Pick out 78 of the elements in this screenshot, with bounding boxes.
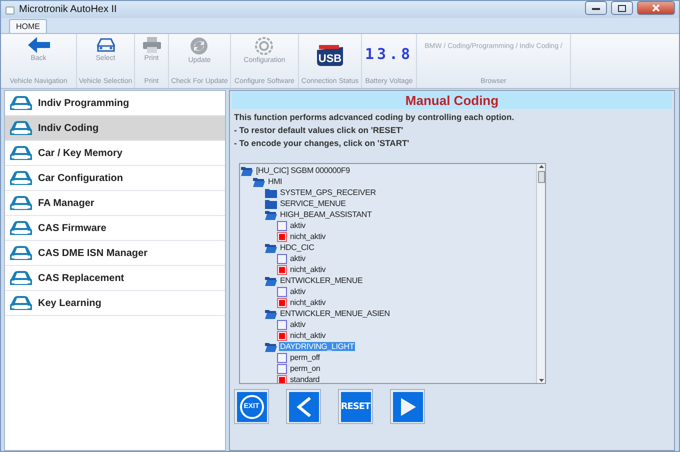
tree-option[interactable]: perm_off bbox=[289, 353, 321, 362]
folder-icon bbox=[253, 176, 265, 186]
car-icon bbox=[96, 37, 116, 53]
tree-option[interactable]: aktiv bbox=[289, 221, 306, 230]
maximize-icon bbox=[618, 4, 626, 12]
tree-option[interactable]: standard bbox=[289, 375, 321, 383]
usb-logo: USB bbox=[315, 45, 345, 67]
tree-folder[interactable]: ENTWICKLER_MENUE_ASIEN bbox=[279, 309, 391, 318]
tree-folder[interactable]: HMI bbox=[267, 177, 284, 186]
tree-option[interactable]: nicht_aktiv bbox=[289, 232, 327, 241]
car-icon bbox=[9, 270, 33, 286]
car-icon bbox=[9, 94, 33, 112]
tree-option[interactable]: aktiv bbox=[289, 254, 306, 263]
scrollbar[interactable] bbox=[536, 164, 545, 383]
battery-voltage-display: 13.8 bbox=[364, 45, 414, 63]
option-checkbox[interactable] bbox=[277, 264, 287, 274]
tree-option[interactable]: aktiv bbox=[289, 320, 306, 329]
car-icon bbox=[9, 120, 33, 136]
car-icon bbox=[9, 294, 33, 312]
minimize-icon bbox=[592, 6, 600, 10]
printer-icon bbox=[142, 37, 160, 53]
option-checkbox[interactable] bbox=[277, 374, 287, 383]
option-checkbox[interactable] bbox=[277, 352, 287, 362]
ribbon-tab[interactable]: HOME bbox=[9, 19, 47, 33]
panel-title: Manual Coding bbox=[232, 92, 672, 109]
description-text: This function performs adcvanced coding by controlling each option. bbox=[233, 111, 516, 123]
scroll-thumb[interactable] bbox=[538, 171, 544, 183]
tree-folder[interactable]: HIGH_BEAM_ASSISTANT bbox=[279, 210, 373, 219]
tree-option[interactable]: nicht_aktiv bbox=[289, 331, 327, 340]
close-button[interactable] bbox=[637, 1, 675, 15]
play-icon bbox=[398, 396, 416, 416]
back-arrow-icon bbox=[28, 37, 50, 53]
tree-folder[interactable]: SERVICE_MENUE bbox=[279, 199, 347, 208]
window-title: Microtronik AutoHex II bbox=[19, 4, 118, 15]
car-icon bbox=[9, 244, 33, 262]
folder-icon bbox=[265, 276, 277, 286]
tree-option[interactable]: nicht_aktiv bbox=[289, 265, 327, 274]
folder-icon bbox=[265, 198, 277, 208]
folder-icon bbox=[265, 308, 277, 318]
reset-button[interactable]: RESET bbox=[338, 389, 373, 424]
option-checkbox[interactable] bbox=[277, 254, 287, 264]
option-checkbox[interactable] bbox=[277, 320, 287, 330]
option-checkbox[interactable] bbox=[277, 220, 287, 230]
car-icon bbox=[9, 194, 33, 212]
chevron-left-icon bbox=[294, 396, 312, 418]
folder-icon bbox=[265, 210, 277, 220]
tree-option[interactable]: aktiv bbox=[289, 287, 306, 296]
car-icon bbox=[9, 144, 33, 162]
option-checkbox[interactable] bbox=[277, 298, 287, 308]
folder-icon bbox=[265, 342, 277, 352]
folder-icon bbox=[265, 188, 277, 198]
settings-icon bbox=[255, 37, 274, 55]
tree-folder[interactable]: HDC_CIC bbox=[279, 243, 316, 252]
start-button[interactable] bbox=[390, 389, 425, 424]
option-checkbox[interactable] bbox=[277, 330, 287, 340]
option-checkbox[interactable] bbox=[277, 364, 287, 374]
tree-folder[interactable]: [HU_CIC] SGBM 000000F9 bbox=[255, 166, 351, 175]
tree-option[interactable]: nicht_aktiv bbox=[289, 298, 327, 307]
folder-icon bbox=[265, 242, 277, 252]
description-text: - To encode your changes, click on 'START' bbox=[233, 137, 410, 149]
scroll-down-icon[interactable] bbox=[538, 378, 544, 383]
description-text: - To restor default values click on 'RESET' bbox=[233, 124, 404, 136]
option-checkbox[interactable] bbox=[277, 286, 287, 296]
car-icon bbox=[9, 220, 33, 236]
tree-folder[interactable]: SYSTEM_GPS_RECEIVER bbox=[279, 188, 377, 197]
car-icon bbox=[9, 170, 33, 186]
close-icon bbox=[652, 4, 660, 12]
app-icon bbox=[5, 4, 15, 14]
option-checkbox[interactable] bbox=[277, 232, 287, 242]
minimize-button[interactable] bbox=[585, 1, 607, 15]
scroll-up-icon[interactable] bbox=[538, 164, 544, 169]
sidebar-item[interactable]: Indiv Coding bbox=[5, 116, 225, 141]
back-button[interactable] bbox=[286, 389, 321, 424]
folder-icon bbox=[241, 166, 253, 176]
refresh-icon bbox=[190, 37, 208, 55]
maximize-button[interactable] bbox=[611, 1, 633, 15]
tree-option[interactable]: perm_on bbox=[289, 364, 322, 373]
tree-folder[interactable]: ENTWICKLER_MENUE bbox=[279, 276, 364, 285]
